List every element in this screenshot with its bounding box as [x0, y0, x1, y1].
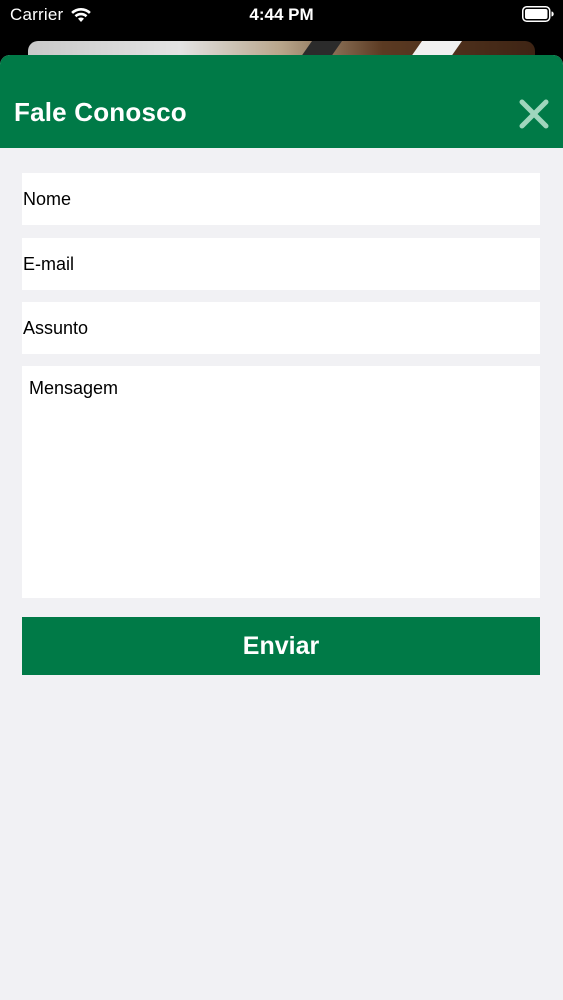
contact-modal: Fale Conosco Enviar — [0, 55, 563, 1000]
clock: 4:44 PM — [249, 5, 314, 24]
modal-title: Fale Conosco — [14, 97, 187, 127]
modal-header: Fale Conosco — [0, 55, 563, 148]
status-bar: Carrier 4:44 PM — [0, 0, 563, 30]
close-button[interactable] — [516, 96, 552, 132]
close-icon — [519, 99, 549, 129]
subject-field[interactable] — [22, 302, 540, 354]
message-field[interactable] — [22, 366, 540, 598]
submit-button[interactable]: Enviar — [22, 617, 540, 675]
name-field[interactable] — [22, 173, 540, 225]
email-field[interactable] — [22, 238, 540, 290]
screen: Carrier 4:44 PM Fale Conosco Nome E-mail… — [0, 0, 563, 1000]
battery-icon — [522, 6, 554, 22]
